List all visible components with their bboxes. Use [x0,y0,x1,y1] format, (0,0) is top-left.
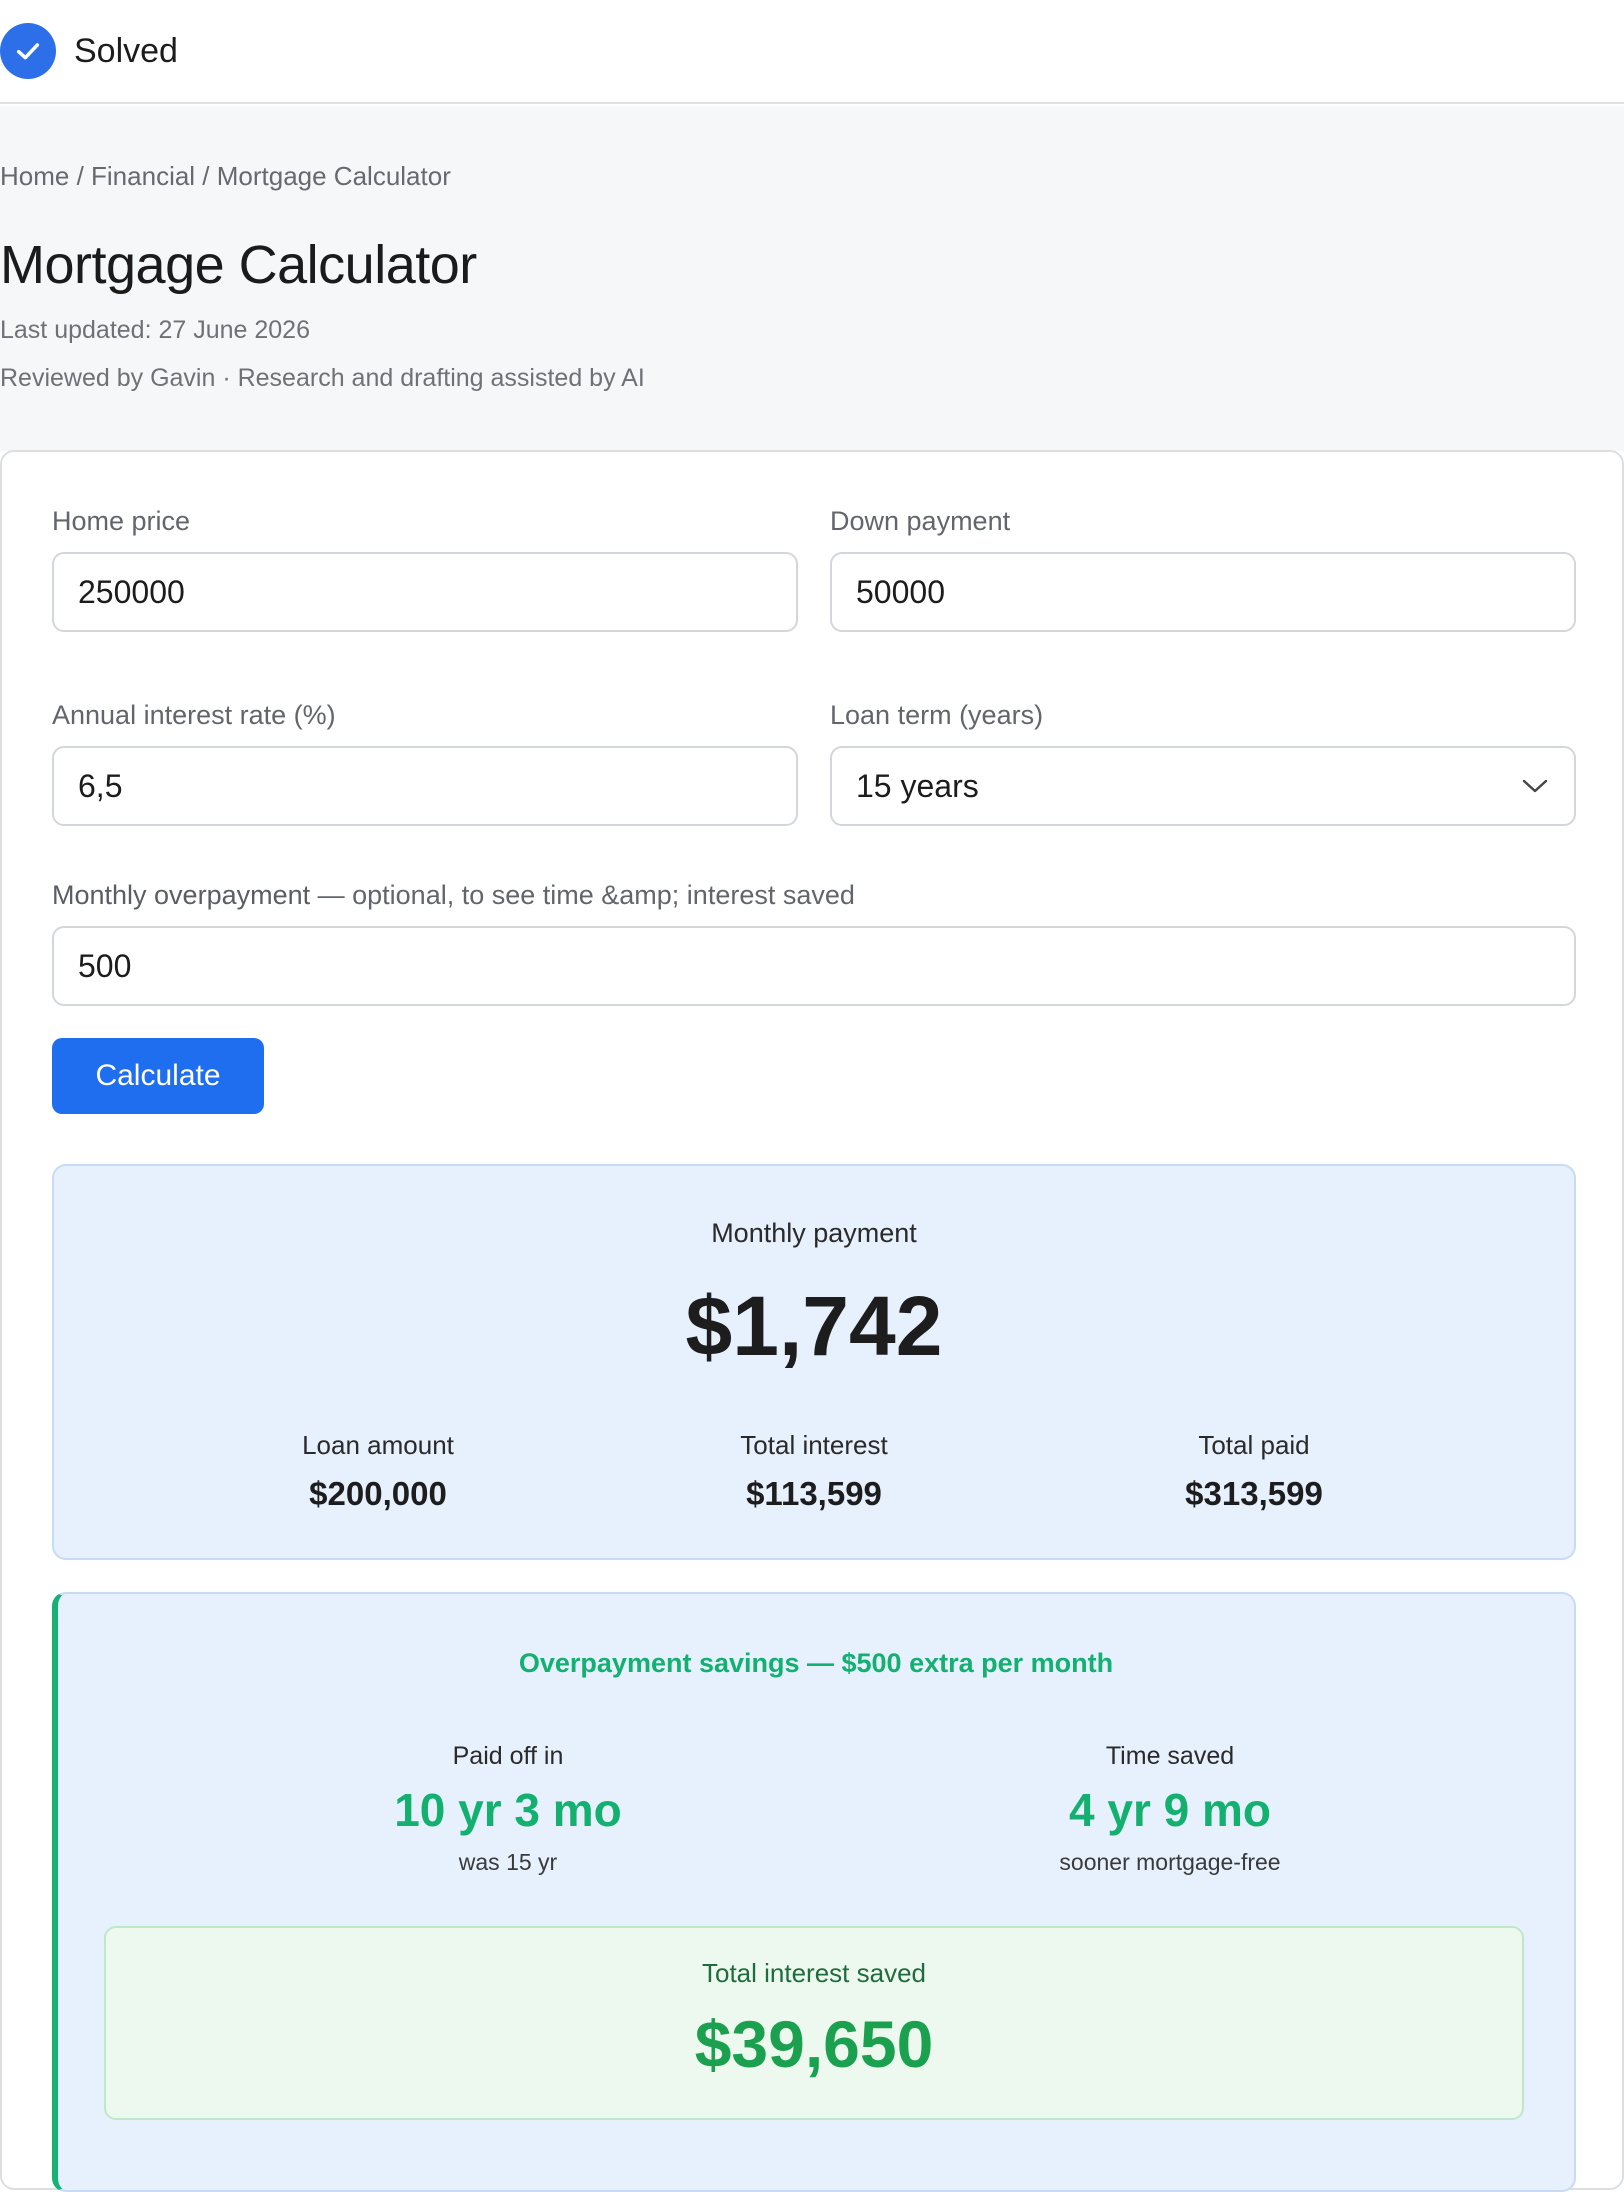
time-saved-sub: sooner mortgage-free [1059,1849,1281,1875]
calculate-button[interactable]: Calculate [52,1038,264,1114]
down-payment-value: 50000 [856,573,945,610]
chevron-down-icon [1522,779,1548,793]
page-title: Mortgage Calculator [0,235,477,295]
total-paid-label: Total paid [1198,1430,1310,1460]
home-price-label: Home price [52,506,191,536]
interest-saved-label: Total interest saved [701,1958,926,1988]
loan-term-value: 15 years [856,767,979,804]
breadcrumb: Home / Financial / Mortgage Calculator [0,161,451,191]
paid-off-label: Paid off in [452,1742,564,1770]
loan-amount-label: Loan amount [302,1430,454,1460]
home-price-value: 250000 [78,573,185,610]
interest-saved-value: $39,650 [694,2007,934,2081]
monthly-payment-caption: Monthly payment [711,1218,917,1248]
down-payment-input[interactable]: 50000 [830,552,1576,632]
loan-term-select[interactable]: 15 years [830,746,1576,826]
last-updated-text: Last updated: 27 June 2026 [0,316,310,344]
down-payment-label: Down payment [830,506,1011,536]
status-label: Solved [74,31,178,70]
paid-off-value: 10 yr 3 mo [394,1784,622,1836]
overpayment-value: 500 [78,947,132,984]
results-panel: Monthly payment $1,742 Loan amount $200,… [52,1164,1576,1560]
total-interest-stat: Total interest $113,599 [614,1430,1014,1513]
loan-amount-stat: Loan amount $200,000 [178,1430,578,1513]
interest-saved-box: Total interest saved $39,650 [104,1926,1524,2120]
paid-off-stat: Paid off in 10 yr 3 mo was 15 yr [208,1742,808,1876]
time-saved-stat: Time saved 4 yr 9 mo sooner mortgage-fre… [870,1742,1470,1876]
overpayment-label: Monthly overpayment — optional, to see t… [52,880,855,911]
home-price-input[interactable]: 250000 [52,552,798,632]
monthly-payment-value: $1,742 [685,1279,943,1373]
overpayment-label-main: Monthly overpayment [52,880,311,910]
total-interest-label: Total interest [740,1430,888,1460]
total-paid-stat: Total paid $313,599 [1054,1430,1454,1513]
time-saved-label: Time saved [1105,1742,1235,1770]
page-header: Home / Financial / Mortgage Calculator M… [0,106,1624,451]
interest-rate-value: 6,5 [78,767,123,804]
loan-amount-value: $200,000 [309,1475,447,1512]
savings-heading: Overpayment savings — $500 extra per mon… [518,1648,1114,1678]
check-circle-icon [0,23,56,79]
total-paid-value: $313,599 [1185,1475,1323,1512]
overpayment-label-hint: — optional, to see time &amp; interest s… [310,880,855,910]
interest-rate-input[interactable]: 6,5 [52,746,798,826]
overpayment-input[interactable]: 500 [52,926,1576,1006]
paid-off-sub: was 15 yr [458,1849,558,1875]
interest-rate-label: Annual interest rate (%) [52,700,336,730]
top-status-bar: Solved [0,0,1624,104]
time-saved-value: 4 yr 9 mo [1069,1784,1271,1836]
total-interest-value: $113,599 [746,1475,882,1512]
reviewed-by-text: Reviewed by Gavin · Research and draftin… [0,364,645,392]
loan-term-label: Loan term (years) [830,700,1044,730]
